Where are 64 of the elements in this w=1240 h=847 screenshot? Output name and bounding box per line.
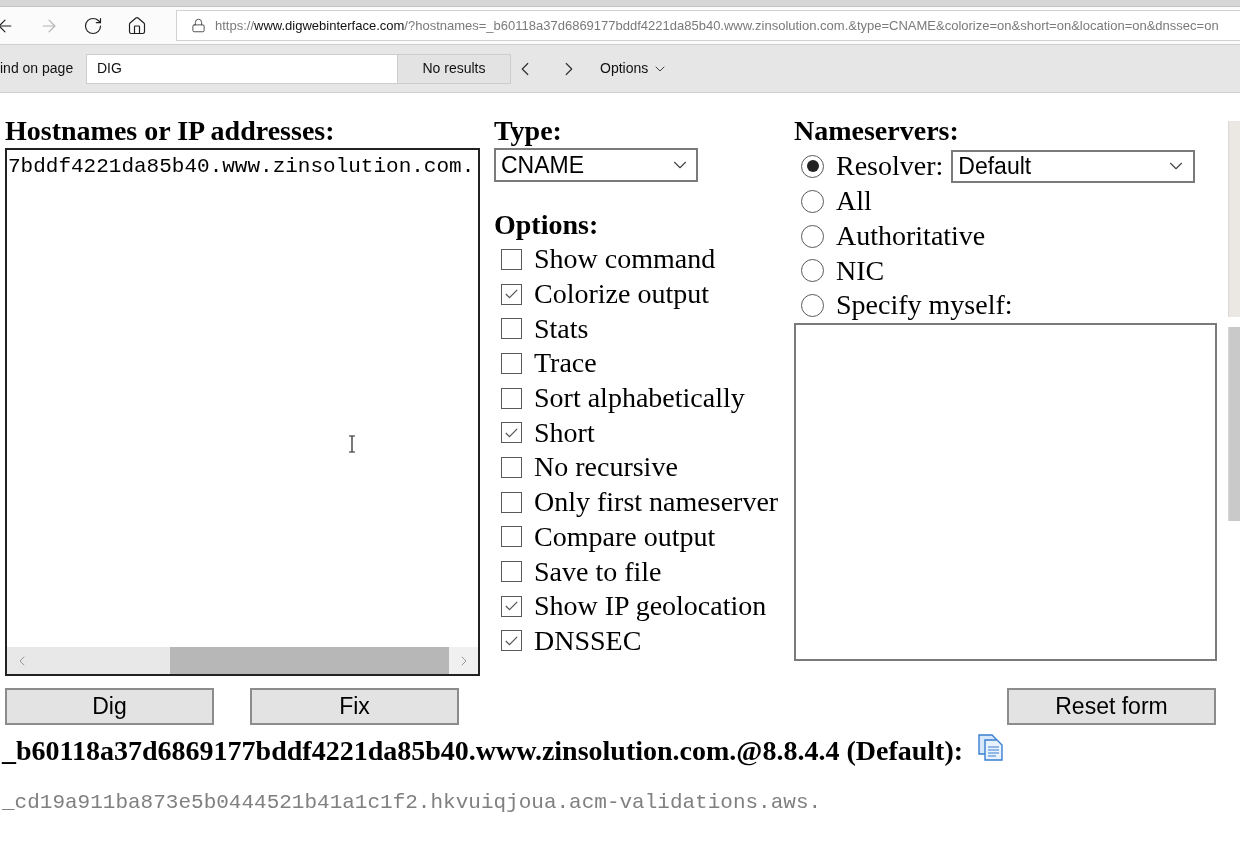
- checkbox[interactable]: [501, 248, 522, 270]
- resolver-select[interactable]: Default: [951, 149, 1196, 183]
- option-label[interactable]: Sort alphabetically: [534, 382, 745, 415]
- checkbox[interactable]: [501, 491, 522, 513]
- field-label: Type:: [494, 115, 562, 147]
- checkmark-icon: [505, 289, 518, 300]
- find-status: No results: [398, 53, 511, 84]
- option-label[interactable]: No recursive: [534, 451, 678, 484]
- type-select[interactable]: CNAME: [494, 148, 698, 182]
- checkmark-icon: [505, 427, 518, 438]
- url-text: https://www.digwebinterface.com/?hostnames=_b60118a37d6869177bddf4221da85b40.www.zinsolution.com.&type=CNAME&colorize=on&short=on&location=on&dnssec=on: [215, 16, 1219, 35]
- checkbox[interactable]: [501, 595, 522, 617]
- options-button[interactable]: Options: [600, 58, 669, 79]
- checkbox[interactable]: [501, 630, 522, 652]
- option-label[interactable]: Show command: [534, 243, 716, 276]
- radio-button[interactable]: [801, 293, 824, 317]
- refresh-icon[interactable]: [83, 15, 103, 36]
- hostnames-field[interactable]: 7bddf4221da85b40.www.zinsolution.com.: [5, 147, 480, 676]
- checkbox[interactable]: [501, 352, 522, 374]
- option-label[interactable]: Colorize output: [534, 278, 709, 311]
- result-heading: _b60118a37d6869177bddf4221da85b40.www.zinsolution.com.@8.8.4.4 (Default):: [2, 734, 964, 768]
- output-line: _cd19a911ba873e5b0444521b41a1c1f2.hkvuiqjoua.acm-validations.aws.: [2, 790, 822, 816]
- checkbox[interactable]: [501, 283, 522, 305]
- copy-icon[interactable]: [977, 734, 1004, 761]
- checkbox[interactable]: [501, 422, 522, 444]
- checkmark-icon: [505, 635, 518, 646]
- checkbox[interactable]: [501, 318, 522, 340]
- option-label[interactable]: Stats: [534, 312, 589, 345]
- option-label[interactable]: Short: [534, 416, 595, 449]
- field-label: Nameservers:: [794, 115, 959, 147]
- radio-button[interactable]: [801, 224, 824, 248]
- option-label[interactable]: DNSSEC: [534, 624, 642, 657]
- action-button[interactable]: Dig: [5, 688, 214, 725]
- home-icon[interactable]: [127, 15, 147, 36]
- checkbox[interactable]: [501, 561, 522, 583]
- horizontal-scrollbar[interactable]: [7, 647, 478, 674]
- radio-button[interactable]: [801, 259, 824, 283]
- radio-button[interactable]: [801, 154, 824, 178]
- text-cursor-icon: [348, 434, 356, 453]
- option-label[interactable]: NIC: [836, 254, 885, 287]
- option-label[interactable]: Authoritative: [836, 220, 986, 253]
- option-label[interactable]: Only first nameserver: [534, 486, 779, 519]
- nameserver-input-field[interactable]: [794, 322, 1217, 661]
- option-label[interactable]: Trace: [534, 347, 597, 380]
- option-label[interactable]: Show IP geolocation: [534, 590, 767, 623]
- checkmark-icon: [505, 601, 518, 612]
- action-button[interactable]: Fix: [250, 688, 459, 725]
- checkbox[interactable]: [501, 526, 522, 548]
- checkbox[interactable]: [501, 387, 522, 409]
- option-label[interactable]: Save to file: [534, 555, 662, 588]
- find-label: ind on page: [0, 59, 75, 78]
- field-label: Hostnames or IP addresses:: [5, 115, 335, 147]
- find-field[interactable]: DIG: [86, 53, 398, 84]
- address-bar[interactable]: https://www.digwebinterface.com/?hostnames=_b60118a37d6869177bddf4221da85b40.www.zinsolution.com.&type=CNAME&colorize=on&short=on&location=on&dnssec=on: [176, 10, 1240, 41]
- option-label[interactable]: All: [836, 185, 872, 218]
- field-label: Options:: [494, 209, 599, 241]
- checkbox[interactable]: [501, 456, 522, 478]
- radio-button[interactable]: [801, 189, 824, 213]
- scrollbar-thumb[interactable]: [170, 647, 449, 674]
- option-label[interactable]: Compare output: [534, 520, 716, 553]
- action-button[interactable]: Reset form: [1007, 688, 1216, 725]
- option-label[interactable]: Specify myself:: [836, 289, 1013, 322]
- option-label[interactable]: Resolver:: [836, 150, 944, 182]
- lock-icon: [191, 18, 206, 33]
